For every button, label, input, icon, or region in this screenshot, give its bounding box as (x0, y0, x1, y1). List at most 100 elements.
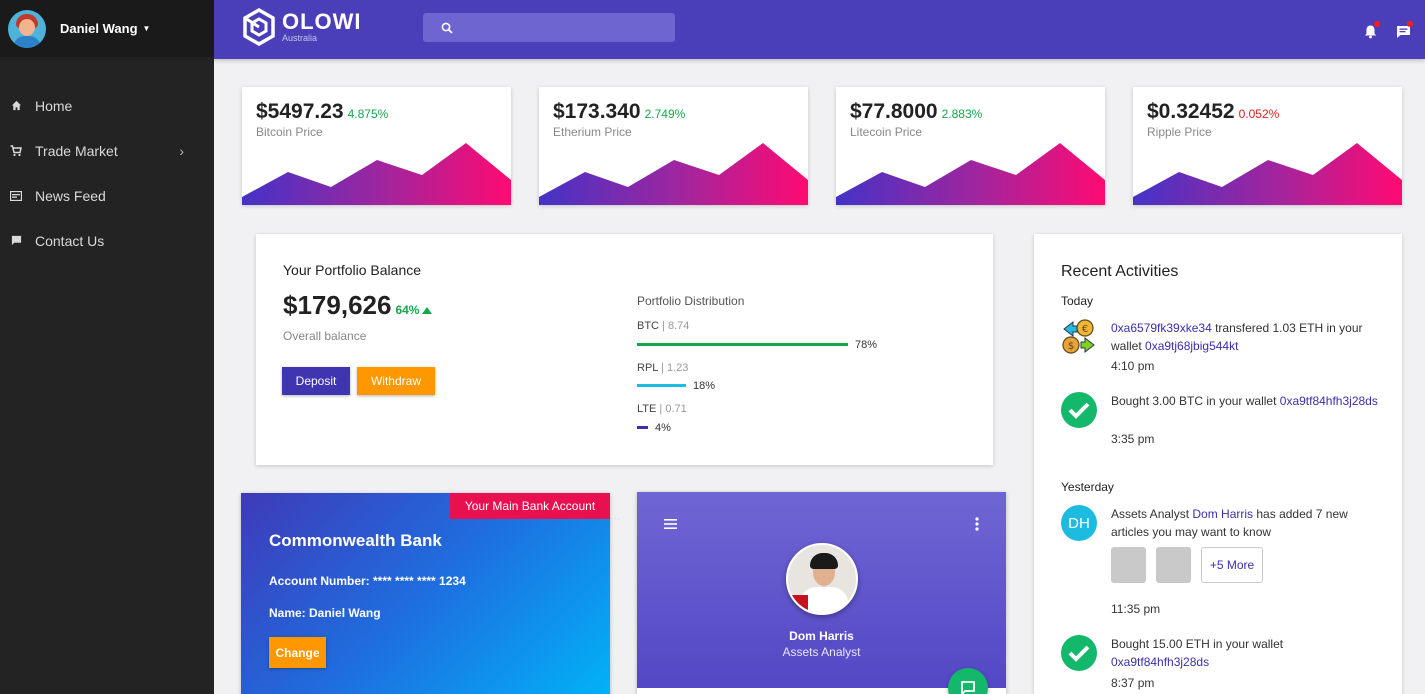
distribution-pct-btc: 78% (855, 339, 878, 351)
coin-amount: 0.71 (665, 403, 687, 415)
avatar (8, 9, 46, 48)
price-label: Etherium Price (553, 125, 632, 139)
portfolio-subtitle: Overall balance (283, 329, 367, 343)
messages-icon[interactable] (1396, 21, 1413, 39)
activity-time: 11:35 pm (1111, 602, 1161, 616)
wallet-link[interactable]: 0xa9tf84hfh3j28ds (1280, 394, 1378, 408)
price-sparkline (242, 143, 511, 205)
cart-icon (10, 144, 22, 157)
search-input[interactable] (423, 13, 675, 42)
profile-role: Assets Analyst (782, 645, 861, 659)
distribution-row-lte: LTE | 0.71 (637, 403, 687, 415)
deposit-button[interactable]: Deposit (282, 367, 350, 395)
article-thumbnail[interactable] (1156, 547, 1191, 583)
brand-subtitle: Australia (282, 32, 318, 43)
price-label: Ripple Price (1147, 125, 1212, 139)
profile-photo (786, 543, 858, 615)
portfolio-amount: $179,626 (283, 290, 392, 320)
sidebar: Daniel Wang ▼ Home Trade Market › News F… (0, 0, 214, 694)
sidebar-item-contact-us[interactable]: Contact Us (0, 218, 214, 263)
price-card-litecoin[interactable]: $77.8000 2.883% Litecoin Price (836, 87, 1105, 205)
coin-exchange-icon: € $ (1062, 319, 1095, 354)
activity-item: € $ 0xa6579fk39xke34 transfered 1.03 ETH… (1061, 319, 1381, 379)
user-name: Daniel Wang (60, 21, 138, 36)
arrow-up-icon (422, 307, 433, 314)
price-card-bitcoin[interactable]: $5497.23 4.875% Bitcoin Price (242, 87, 511, 205)
user-initials-avatar: DH (1061, 505, 1097, 541)
price-label: Bitcoin Price (256, 125, 323, 139)
price-card-etherium[interactable]: $173.340 2.749% Etherium Price (539, 87, 808, 205)
chat-icon (10, 235, 22, 247)
distribution-row-btc: BTC | 8.74 (637, 320, 689, 332)
account-number: Account Number: **** **** **** 1234 (269, 574, 466, 588)
logo-icon (243, 8, 275, 46)
coin-amount-separator: | (659, 320, 668, 332)
portfolio-title: Your Portfolio Balance (283, 262, 422, 278)
price-sparkline (836, 143, 1105, 205)
check-circle-icon (1061, 392, 1097, 428)
activity-time: 3:35 pm (1111, 432, 1155, 446)
price-card-ripple[interactable]: $0.32452 0.052% Ripple Price (1133, 87, 1402, 205)
article-thumbnail[interactable] (1111, 547, 1146, 583)
activity-text: Bought 15.00 ETH in your wallet (1111, 637, 1284, 651)
chat-icon (961, 681, 975, 694)
sidebar-item-label: Home (35, 97, 73, 114)
sidebar-item-home[interactable]: Home (0, 83, 214, 128)
activity-time: 8:37 pm (1111, 676, 1155, 690)
more-articles-button[interactable]: +5 More (1201, 547, 1263, 583)
coin-amount-separator: | (656, 403, 666, 415)
coin-name: BTC (637, 320, 659, 332)
change-button[interactable]: Change (269, 637, 326, 668)
check-circle-icon (1061, 635, 1097, 671)
user-link[interactable]: Dom Harris (1192, 507, 1253, 521)
withdraw-button[interactable]: Withdraw (357, 367, 435, 395)
wallet-link[interactable]: 0xa9tj68jbig544kt (1145, 339, 1238, 353)
portfolio-card: Your Portfolio Balance $179,626 64% Overa… (256, 234, 993, 465)
search-icon (441, 22, 453, 34)
distribution-bar-rpl (637, 384, 686, 387)
distribution-bar-btc (637, 343, 848, 346)
user-menu[interactable]: Daniel Wang ▼ (0, 0, 214, 57)
newspaper-icon (10, 190, 22, 202)
price-sparkline (539, 143, 808, 205)
activities-title: Recent Activities (1061, 263, 1179, 280)
activity-item: Bought 3.00 BTC in your wallet 0xa9tf84h… (1061, 392, 1381, 452)
activity-item: DH Assets Analyst Dom Harris has added 7… (1061, 505, 1381, 625)
profile-name: Dom Harris (789, 629, 854, 643)
price-value: $5497.23 (256, 100, 344, 123)
message-button[interactable] (948, 668, 988, 694)
notification-bell-icon[interactable] (1363, 21, 1380, 39)
menu-icon[interactable] (664, 519, 677, 529)
wallet-link[interactable]: 0xa6579fk39xke34 (1111, 321, 1212, 335)
sidebar-item-label: Trade Market (35, 142, 118, 159)
price-change: 0.052% (1238, 107, 1280, 121)
svg-text:$: $ (1068, 341, 1074, 352)
sidebar-item-label: News Feed (35, 187, 106, 204)
distribution-bar-lte (637, 426, 648, 429)
wallet-link[interactable]: 0xa9tf84hfh3j28ds (1111, 655, 1209, 669)
sidebar-item-news-feed[interactable]: News Feed (0, 173, 214, 218)
coin-name: RPL (637, 362, 658, 374)
day-label-today: Today (1061, 294, 1094, 308)
bank-name: Commonwealth Bank (269, 531, 442, 550)
notification-badge (1374, 21, 1380, 27)
price-value: $0.32452 (1147, 100, 1235, 123)
coin-amount: 1.23 (666, 362, 689, 374)
home-icon (10, 100, 22, 112)
messages-badge (1407, 21, 1413, 27)
day-label-yesterday: Yesterday (1061, 480, 1114, 494)
account-holder: Name: Daniel Wang (269, 606, 381, 620)
bank-account-card: Your Main Bank Account Commonwealth Bank… (241, 493, 610, 694)
profile-card: Dom Harris Assets Analyst (637, 492, 1006, 694)
svg-text:€: € (1082, 324, 1088, 335)
distribution-row-rpl: RPL | 1.23 (637, 362, 688, 374)
portfolio-change: 64% (395, 303, 420, 317)
activity-time: 4:10 pm (1111, 359, 1155, 373)
bank-tag: Your Main Bank Account (450, 493, 610, 519)
price-change: 2.749% (644, 107, 686, 121)
more-vertical-icon[interactable] (975, 517, 979, 531)
price-value: $77.8000 (850, 100, 938, 123)
brand-logo[interactable]: OLOWI Australia (242, 8, 362, 46)
distribution-pct-lte: 4% (655, 422, 671, 434)
sidebar-item-trade-market[interactable]: Trade Market › (0, 128, 214, 173)
